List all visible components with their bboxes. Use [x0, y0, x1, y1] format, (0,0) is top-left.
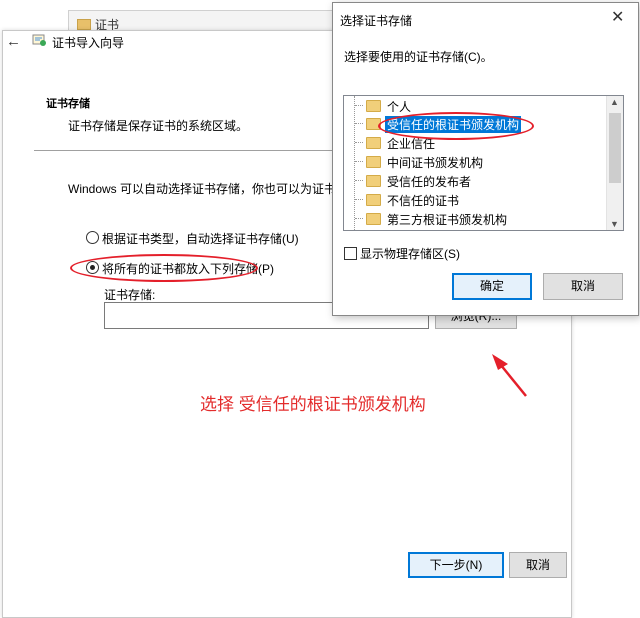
scroll-down-icon[interactable]: ▼: [610, 219, 619, 229]
tree-item-untrusted[interactable]: 不信任的证书: [344, 190, 606, 208]
dialog-title: 选择证书存储: [340, 14, 413, 28]
close-icon[interactable]: ✕: [611, 7, 624, 27]
tree-item-third-party-root[interactable]: 第三方根证书颁发机构: [344, 209, 606, 227]
ok-button[interactable]: 确定: [452, 273, 532, 300]
folder-icon: [366, 156, 381, 168]
folder-icon: [366, 194, 381, 206]
radio-auto-select-label[interactable]: 根据证书类型，自动选择证书存储(U): [102, 230, 299, 247]
highlight-ellipse: [70, 254, 258, 282]
folder-icon: [77, 19, 91, 30]
intro-text: Windows 可以自动选择证书存储，你也可以为证书指: [68, 182, 349, 196]
tree-item-label: 中间证书颁发机构: [387, 156, 484, 170]
scroll-up-icon[interactable]: ▲: [610, 97, 619, 107]
folder-icon: [366, 175, 381, 187]
tree-scrollbar[interactable]: ▲ ▼: [606, 96, 623, 230]
tree-item-label: 个人: [387, 100, 412, 114]
section-description: 证书存储是保存证书的系统区域。: [68, 119, 249, 133]
folder-icon: [366, 137, 381, 149]
next-button[interactable]: 下一步(N): [408, 552, 504, 578]
annotation-arrow: [492, 354, 527, 397]
highlight-ellipse: [378, 112, 534, 140]
folder-icon: [366, 213, 381, 225]
tree-item-trusted-publishers[interactable]: 受信任的发布者: [344, 171, 606, 189]
back-arrow-icon[interactable]: ←: [6, 33, 21, 50]
wizard-title: 证书导入向导: [52, 36, 125, 50]
section-title: 证书存储: [46, 98, 90, 110]
certificate-icon: [32, 34, 46, 46]
tree-item-label: 受信任的发布者: [387, 175, 472, 189]
tree-item-personal[interactable]: 个人: [344, 96, 606, 114]
radio-auto-select[interactable]: [86, 231, 99, 244]
tree-item-label: 第三方根证书颁发机构: [387, 213, 508, 227]
dialog-prompt: 选择要使用的证书存储(C)。: [344, 50, 493, 64]
dialog-cancel-button[interactable]: 取消: [543, 273, 623, 300]
store-label: 证书存储:: [104, 288, 156, 302]
show-physical-checkbox[interactable]: [344, 247, 357, 260]
annotation-text: 选择 受信任的根证书颁发机构: [200, 395, 426, 414]
folder-icon: [366, 100, 381, 112]
scroll-thumb[interactable]: [609, 113, 621, 183]
tree-item-label: 不信任的证书: [387, 194, 460, 208]
tree-item-intermediate[interactable]: 中间证书颁发机构: [344, 152, 606, 170]
wizard-cancel-button[interactable]: 取消: [509, 552, 567, 578]
show-physical-label[interactable]: 显示物理存储区(S): [360, 245, 460, 262]
